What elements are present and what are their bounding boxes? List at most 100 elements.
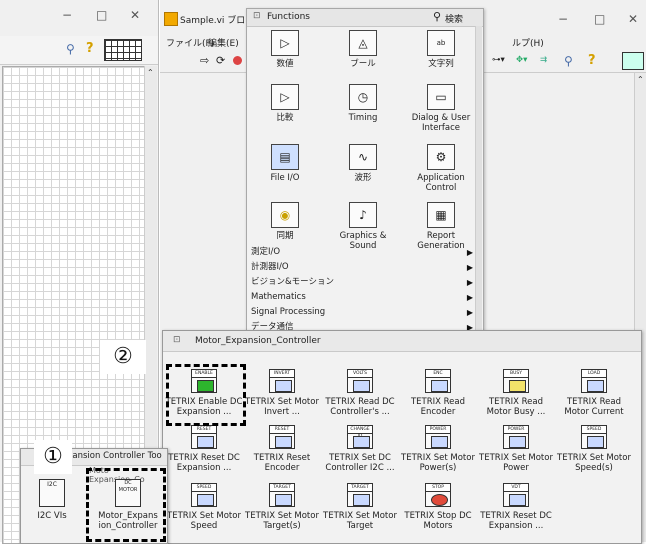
app-control-icon: ⚙ [427,144,455,170]
menu-help[interactable]: ルプ(H) [512,36,544,49]
target-icon: TARGET [347,483,373,507]
i2c-icon: I2C [39,479,65,507]
vi-icon[interactable] [622,52,644,70]
stop-icon: STOP [425,483,451,507]
category-mathematics[interactable]: Mathematics ▶ [251,290,475,305]
speed-icon: SPEED [581,425,607,449]
motor-item-set-power-multi[interactable]: POWER TETRIX Set Motor Power(s) [399,425,477,473]
help-icon[interactable]: ? [86,41,94,56]
palette-item-dialog[interactable]: ▭ Dialog & User Interface [403,84,479,133]
reset-icon: RESET [269,425,295,449]
scroll-up-icon[interactable]: ⌃ [147,68,154,77]
toolkit-item-i2c[interactable]: I2C I2C VIs [25,479,79,521]
palette-item-app-control[interactable]: ⚙ Application Control [403,144,479,193]
palette-item-numeric[interactable]: ▷ 数値 [247,30,323,69]
motor-item-label: TETRIX Reset Encoder [253,453,311,473]
reset-icon: RESET [191,425,217,449]
palette-item-sync[interactable]: ◉ 同期 [247,202,323,241]
vdt-icon: VDT [503,483,529,507]
category-instrument-io[interactable]: 計測器I/O ▶ [251,260,475,275]
motor-item-read-volts[interactable]: VOLTS TETRIX Read DC Controller's ... [321,369,399,417]
motor-item-set-target-multi[interactable]: TARGET TETRIX Set Motor Target(s) [243,483,321,531]
motor-item-reset-expansion[interactable]: RESET TETRIX Reset DC Expansion ... [165,425,243,473]
cleanup-icon[interactable]: ⇉ [540,55,547,65]
minimize-icon[interactable]: − [62,8,72,22]
palette-item-label: Dialog & User Interface [411,113,471,133]
palette-item-label: 比較 [276,113,294,123]
volts-icon: VOLTS [347,369,373,393]
maximize-icon[interactable]: □ [594,12,605,26]
motor-item-set-speed[interactable]: SPEED TETRIX Set Motor Speed [165,483,243,531]
motor-item-label: TETRIX Set Motor Target(s) [245,511,319,531]
toolkit-palette-title: pansion Controller Too [67,451,162,461]
palette-item-string[interactable]: ab 文字列 [403,30,479,69]
palette-item-file-io[interactable]: ▤ File I/O [247,144,323,183]
pin-icon[interactable]: ⊡ [173,335,181,345]
menu-edit[interactable]: 編集(E) [208,36,239,49]
palette-item-label: ブール [350,59,376,69]
pin-icon[interactable]: ⊡ [253,11,261,21]
motor-item-set-power[interactable]: POWER TETRIX Set Motor Power [477,425,555,473]
numeric-icon: ▷ [271,30,299,56]
palette-item-comparison[interactable]: ▷ 比較 [247,84,323,123]
run-arrow-icon[interactable]: ⇨ [200,54,209,67]
search-icon[interactable]: ⚲ [564,54,573,68]
expand-arrow-icon: ▶ [466,293,473,302]
search-icon[interactable]: ⚲ [433,10,441,23]
align-objects-icon[interactable]: ⊶▾ [492,55,505,65]
motor-item-set-speed-multi[interactable]: SPEED TETRIX Set Motor Speed(s) [555,425,633,473]
highlight-motor-expansion-item [86,468,166,542]
motor-item-read-encoder[interactable]: ENC TETRIX Read Encoder [399,369,477,417]
category-label: 測定I/O [251,247,281,257]
palette-item-waveform[interactable]: ∿ 波形 [325,144,401,183]
palette-item-report[interactable]: ▦ Report Generation [403,202,479,251]
category-signal-processing[interactable]: Signal Processing ▶ [251,305,475,320]
motor-expansion-controller-palette: ⊡ Motor_Expansion_Controller ENABLE TETR… [162,330,642,544]
busy-icon: BUSY [503,369,529,393]
help-icon[interactable]: ? [588,53,596,68]
motor-item-read-busy[interactable]: BUSY TETRIX Read Motor Busy ... [477,369,555,417]
dialog-icon: ▭ [427,84,455,110]
palette-item-timing[interactable]: ◷ Timing [325,84,401,123]
change-id-icon: CHANGE ID [347,425,373,449]
search-icon[interactable]: ⚲ [66,42,75,56]
connector-pane-icon[interactable] [104,39,142,61]
motor-item-reset-encoder[interactable]: RESET TETRIX Reset Encoder [243,425,321,473]
motor-item-set-invert[interactable]: INVERT TETRIX Set Motor Invert ... [243,369,321,417]
motor-item-stop-motors[interactable]: STOP TETRIX Stop DC Motors [399,483,477,531]
labview-logo-icon [164,12,178,26]
waveform-icon: ∿ [349,144,377,170]
category-label: Signal Processing [251,307,326,317]
category-measurement-io[interactable]: 測定I/O ▶ [251,245,475,260]
menu-file[interactable]: ファイル(F) [166,36,214,49]
palette-item-label: 文字列 [428,59,454,69]
functions-palette-title: Functions [267,12,310,22]
expand-arrow-icon: ▶ [466,278,473,287]
functions-scrollbar[interactable] [475,26,482,338]
scroll-up-icon[interactable]: ⌃ [637,75,644,84]
close-icon[interactable]: ✕ [130,8,140,22]
minimize-icon[interactable]: − [558,12,568,26]
close-icon[interactable]: ✕ [628,12,638,26]
reorder-icon[interactable]: ✥▾ [516,55,527,65]
maximize-icon[interactable]: □ [96,8,107,22]
functions-palette: ⊡ Functions ⚲ 検索 ▷ 数値 ◬ ブール ab 文字列 ▷ 比較 … [246,8,484,340]
motor-item-reset-vdt[interactable]: VDT TETRIX Reset DC Expansion ... [477,483,555,531]
category-vision-motion[interactable]: ビジョン&モーション ▶ [251,275,475,290]
motor-item-set-target[interactable]: TARGET TETRIX Set Motor Target [321,483,399,531]
motor-item-set-i2c[interactable]: CHANGE ID TETRIX Set DC Controller I2C .… [321,425,399,473]
step-1-badge: ① [34,440,72,474]
run-continuous-icon[interactable]: ⟳ [216,54,225,67]
category-label: Mathematics [251,292,306,302]
power-icon: POWER [503,425,529,449]
motor-item-read-current[interactable]: LOAD TETRIX Read Motor Current [555,369,633,417]
abort-icon[interactable] [233,56,242,65]
palette-item-graphics-sound[interactable]: ♪ Graphics & Sound [325,202,401,251]
motor-item-label: TETRIX Read Motor Busy ... [486,397,546,417]
search-button[interactable]: 検索 [445,12,463,25]
palette-item-boolean[interactable]: ◬ ブール [325,30,401,69]
left-toolbar: ⚲ ? [0,36,158,65]
motor-item-label: TETRIX Read Motor Current [564,397,624,417]
motor-item-label: TETRIX Set Motor Invert ... [245,397,319,417]
load-icon: LOAD [581,369,607,393]
